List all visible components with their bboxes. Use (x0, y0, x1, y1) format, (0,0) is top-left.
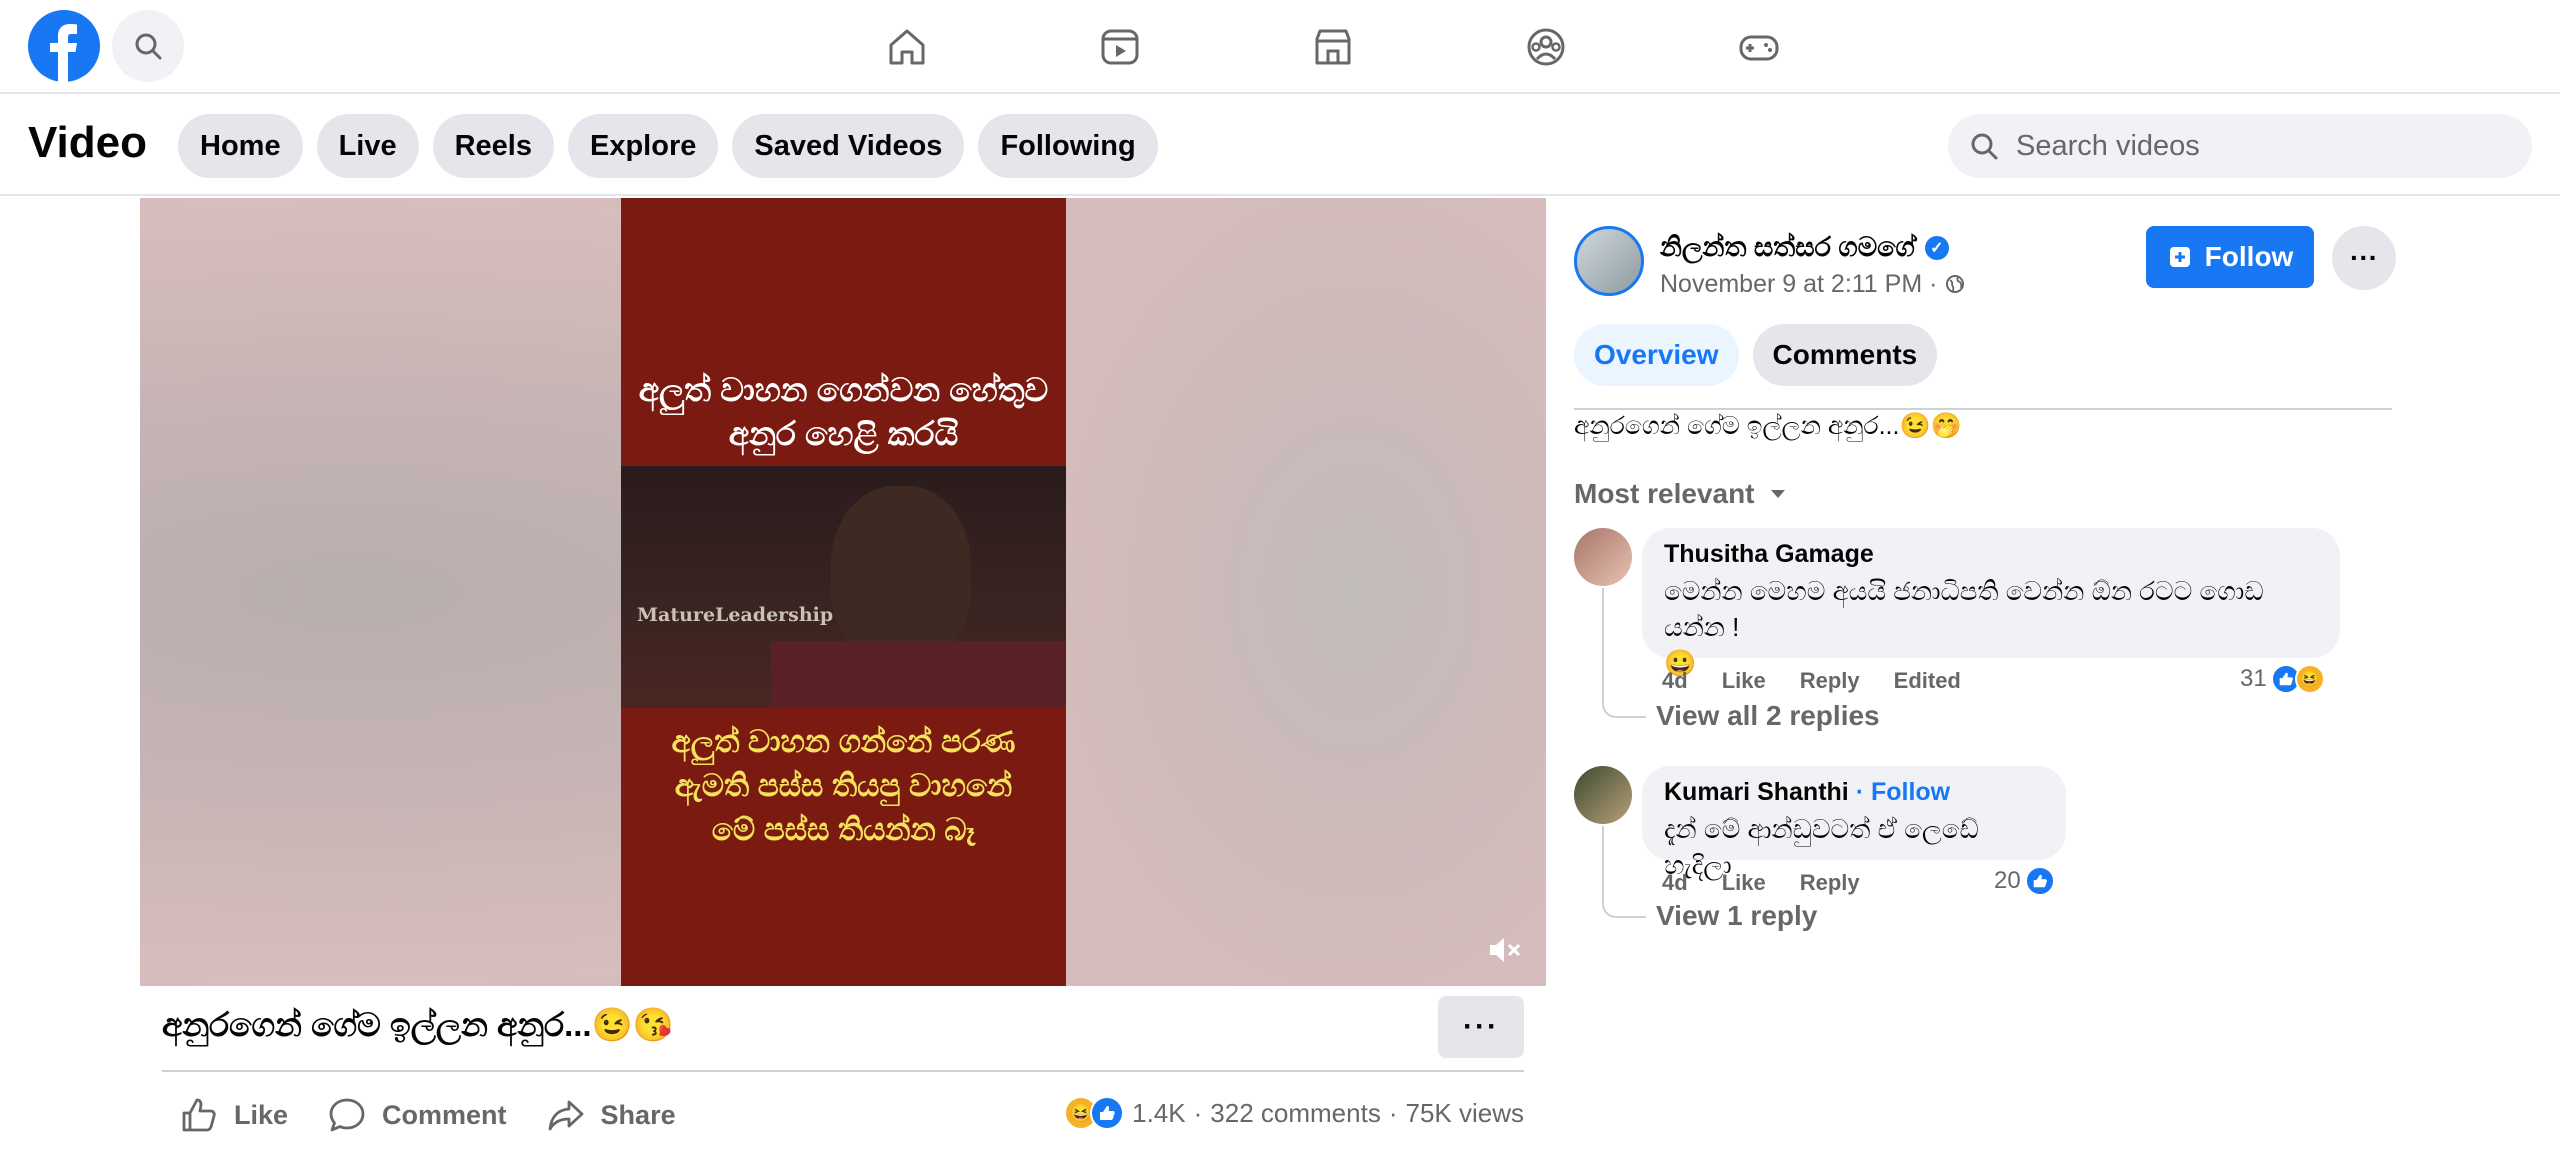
like-button[interactable]: Like (180, 1090, 288, 1140)
comments-count[interactable]: 322 comments (1210, 1098, 1381, 1129)
comment-time[interactable]: 4d (1662, 668, 1688, 694)
comment-like-button[interactable]: Like (1722, 870, 1766, 896)
search-videos-input[interactable]: Search videos (1948, 114, 2532, 178)
commenter-name[interactable]: Thusitha Gamage (1664, 540, 2318, 569)
view-replies-link[interactable]: View 1 reply (1656, 900, 1817, 932)
more-options-button[interactable]: ··· (2332, 226, 2396, 290)
post-title: අනුරගෙන් ගේම ඉල්ලන අනුර...😉😘 (162, 1006, 674, 1043)
home-icon[interactable] (800, 0, 1013, 94)
gaming-icon[interactable] (1652, 0, 1865, 94)
video-tabs: Home Live Reels Explore Saved Videos Fol… (178, 114, 1158, 178)
caret-down-icon (1770, 490, 1785, 498)
post-date[interactable]: November 9 at 2:11 PM · (1660, 270, 1966, 299)
author-name[interactable]: නිලන්ත සත්සර ගමගේ ✓ (1660, 232, 1949, 264)
search-icon[interactable] (112, 10, 184, 82)
video-player[interactable]: අලුත් වාහන ගෙන්වන හේතුව අනුර හෙළි කරයි M… (140, 198, 1546, 986)
sort-dropdown[interactable]: Most relevant (1574, 478, 1787, 510)
avatar[interactable] (1574, 226, 1644, 296)
tab-reels[interactable]: Reels (432, 114, 554, 178)
speaker-shirt (771, 641, 1066, 708)
globe-icon (1946, 275, 1965, 293)
thread-line (1602, 588, 1604, 688)
thumbs-up-icon (182, 1098, 216, 1132)
blurred-backdrop (1066, 198, 1546, 986)
search-placeholder: Search videos (2016, 129, 2200, 162)
comment-button[interactable]: Comment (328, 1090, 507, 1140)
commenter-follow-link[interactable]: · Follow (1856, 778, 1950, 806)
views-count: 75K views (1405, 1097, 1525, 1128)
comment-like-button[interactable]: Like (1722, 668, 1766, 694)
share-icon (548, 1100, 583, 1131)
separator: · (1388, 1097, 1398, 1128)
volume-muted-icon[interactable] (1484, 930, 1524, 970)
top-navigation-bar (0, 0, 2560, 94)
avatar[interactable] (1574, 766, 1632, 824)
share-button[interactable]: Share (547, 1090, 676, 1140)
post-actions: Like Comment Share (180, 1090, 676, 1140)
page-title: Video (28, 118, 148, 167)
tab-overview[interactable]: Overview (1574, 324, 1739, 386)
video-header: Video Home Live Reels Explore Saved Vide… (0, 96, 2560, 196)
edited-label: Edited (1893, 668, 1961, 693)
search-icon (1971, 133, 1998, 160)
thread-line (1602, 826, 1604, 888)
comment-item: Thusitha Gamage මෙන්න මෙහම අයයි ජනාධිපති… (1574, 528, 2394, 748)
comment-reactions[interactable]: 20 (1994, 866, 2055, 896)
tab-home[interactable]: Home (178, 114, 303, 178)
reactions-count[interactable]: 1.4K (1132, 1098, 1186, 1129)
video-frame[interactable]: අලුත් වාහන ගෙන්වන හේතුව අනුර හෙළි කරයි M… (621, 198, 1066, 986)
comment-reply-button[interactable]: Reply (1800, 870, 1860, 896)
comment-meta: 4d Like Reply (1662, 870, 1860, 896)
comment-icon (329, 1098, 365, 1132)
video-icon[interactable] (1013, 0, 1226, 94)
comment-bubble: Kumari Shanthi · Follow දැන් මේ ආන්ඩුවටත… (1642, 766, 2066, 880)
follow-page-icon (2169, 247, 2190, 267)
tab-saved-videos[interactable]: Saved Videos (732, 114, 965, 178)
like-reaction-icon (1090, 1096, 1125, 1130)
facebook-logo-icon[interactable] (28, 10, 100, 82)
panel-tabs: Overview Comments (1574, 324, 1938, 386)
separator: · (1193, 1097, 1203, 1128)
tab-explore[interactable]: Explore (568, 114, 719, 178)
divider (1574, 408, 2392, 410)
marketplace-icon[interactable] (1226, 0, 1439, 94)
comment-reactions[interactable]: 31 😆 (2240, 664, 2325, 694)
main-nav (800, 0, 1865, 94)
speaker-face (831, 486, 971, 661)
thread-curve (1602, 888, 1646, 918)
divider (162, 1070, 1524, 1072)
video-caption-bottom: අලුත් වාහන ගන්නේ පරණ ඇමති පස්ස තියපු වාහ… (671, 724, 1016, 847)
commenter-name: Kumari Shanthi · Follow (1664, 778, 1951, 806)
comment-bubble: Thusitha Gamage මෙන්න මෙහම අයයි ජනාධිපති… (1642, 528, 2340, 678)
post-stats: 😆 1.4K · 322 comments · 75K views (1064, 1096, 1524, 1130)
comment-meta: 4d Like Reply Edited (1662, 668, 1961, 694)
view-replies-link[interactable]: View all 2 replies (1656, 700, 1880, 732)
tab-live[interactable]: Live (316, 114, 419, 178)
haha-reaction-icon: 😆 (2294, 664, 2325, 694)
follow-button[interactable]: Follow (2146, 226, 2314, 288)
avatar[interactable] (1574, 528, 1632, 586)
comment-reply-button[interactable]: Reply (1800, 668, 1860, 694)
comment-text: මෙන්න මෙහම අයයි ජනාධිපති වෙන්න ඕන රටට ගො… (1664, 576, 2264, 678)
tab-following[interactable]: Following (978, 114, 1158, 178)
comment-item: Kumari Shanthi · Follow දැන් මේ ආන්ඩුවටත… (1574, 766, 2394, 966)
comment-time[interactable]: 4d (1662, 870, 1688, 896)
reaction-icons[interactable]: 😆 (1064, 1096, 1125, 1130)
watermark: MatureLeadership (637, 604, 834, 626)
video-caption-top: අලුත් වාහන ගෙන්වන හේතුව අනුර හෙළි කරයි (638, 371, 1049, 452)
thread-curve (1602, 688, 1646, 718)
post-caption: අනුරගෙන් ගේම ඉල්ලන අනුර...😉🤭 (1574, 412, 1962, 440)
like-reaction-icon (2024, 866, 2055, 896)
verified-badge-icon: ✓ (1924, 236, 1949, 260)
tab-comments[interactable]: Comments (1752, 324, 1938, 386)
groups-icon[interactable] (1439, 0, 1652, 94)
post-more-button[interactable]: ··· (1438, 996, 1524, 1058)
video-speaker-image: MatureLeadership (621, 466, 1066, 708)
